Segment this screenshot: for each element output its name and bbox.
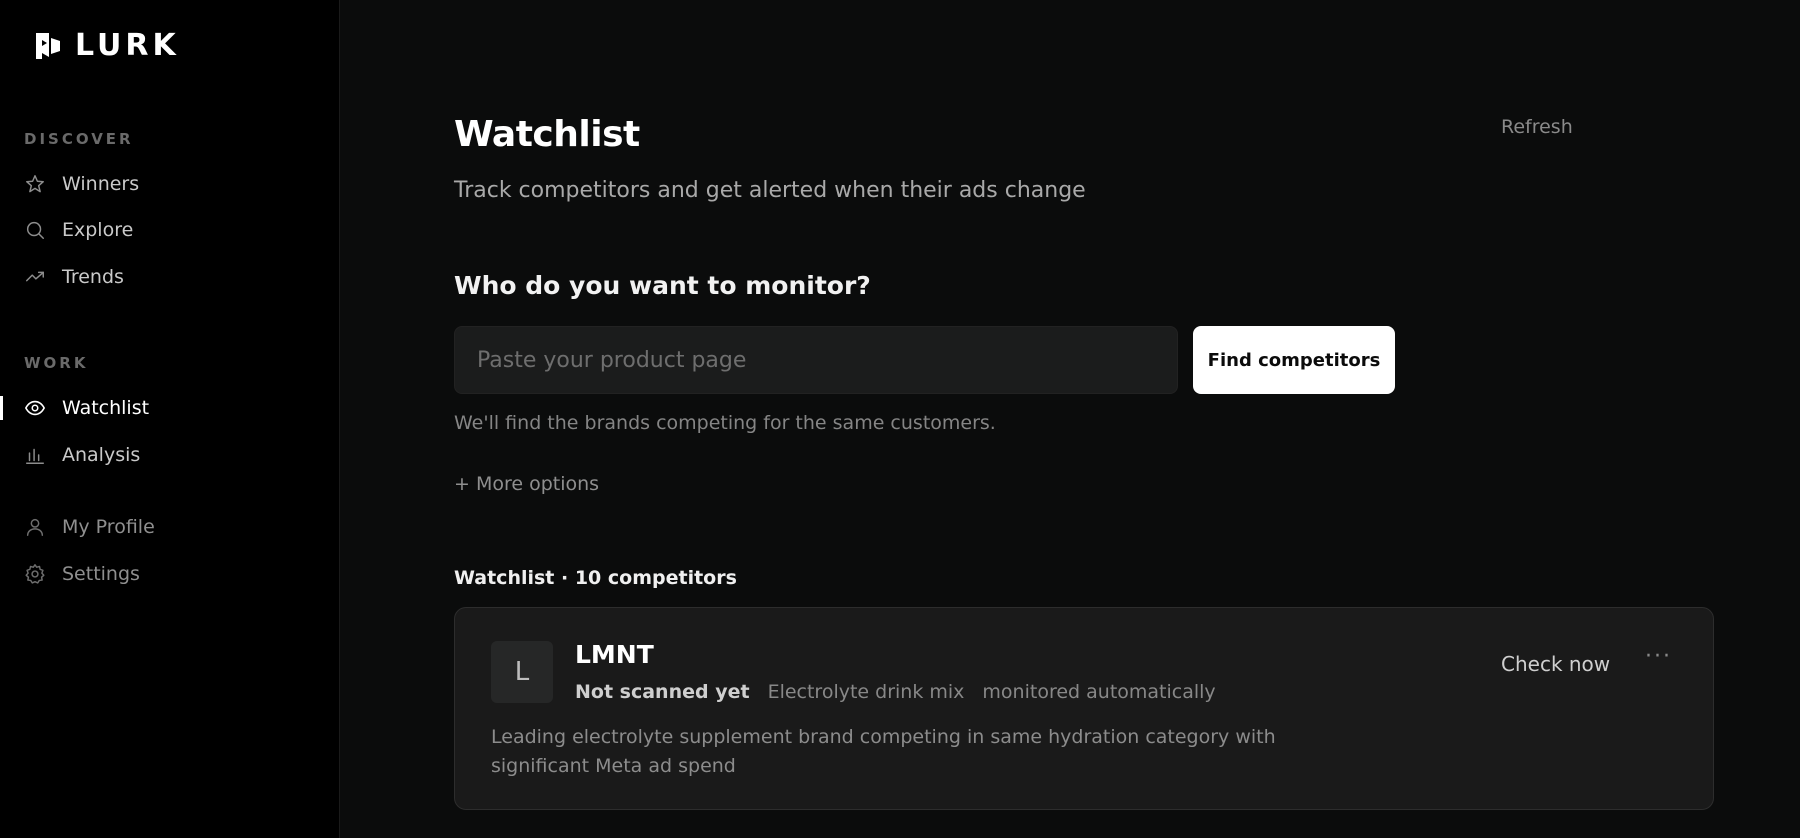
competitor-description: Leading electrolyte supplement brand com… xyxy=(491,726,1276,777)
monitor-mode: monitored automatically xyxy=(982,681,1216,703)
watchlist-heading: Watchlist · 10 competitors xyxy=(454,567,737,589)
sidebar-item-my-profile[interactable]: My Profile xyxy=(0,507,340,547)
lurk-logo-icon xyxy=(36,32,60,59)
sidebar-item-explore[interactable]: Explore xyxy=(0,210,340,250)
star-icon xyxy=(24,173,46,195)
sidebar-item-label: Watchlist xyxy=(62,397,150,419)
trend-icon xyxy=(24,266,46,288)
product-page-input[interactable] xyxy=(454,326,1178,394)
main-content: Watchlist Refresh Track competitors and … xyxy=(341,0,1800,838)
user-icon xyxy=(24,516,46,538)
sidebar-item-analysis[interactable]: Analysis xyxy=(0,435,340,475)
sidebar-item-watchlist[interactable]: Watchlist xyxy=(0,388,340,428)
sidebar-item-settings[interactable]: Settings xyxy=(0,554,340,594)
competitor-avatar: L xyxy=(491,641,553,703)
competitor-meta: Not scanned yet Electrolyte drink mix mo… xyxy=(575,681,1216,703)
sidebar-item-label: Analysis xyxy=(62,444,141,466)
check-now-button[interactable]: Check now xyxy=(1501,652,1610,676)
monitor-question: Who do you want to monitor? xyxy=(454,271,871,300)
sidebar: LURK DISCOVER Winners Explore Trends WOR… xyxy=(0,0,340,838)
competitor-name: LMNT xyxy=(575,640,654,669)
input-hint: We'll find the brands competing for the … xyxy=(454,412,996,434)
bar-chart-icon xyxy=(24,444,46,466)
app-name: LURK xyxy=(75,28,180,63)
sidebar-item-label: Settings xyxy=(62,563,140,585)
refresh-button[interactable]: Refresh xyxy=(1501,116,1573,138)
competitor-category: Electrolyte drink mix xyxy=(767,681,965,703)
page-subtitle: Track competitors and get alerted when t… xyxy=(454,178,1086,203)
sidebar-item-label: Winners xyxy=(62,173,140,195)
more-menu-icon[interactable]: ··· xyxy=(1645,644,1672,669)
section-label-discover: DISCOVER xyxy=(24,130,134,148)
active-indicator xyxy=(0,396,3,420)
more-options-link[interactable]: + More options xyxy=(454,473,599,495)
sidebar-item-winners[interactable]: Winners xyxy=(0,164,340,204)
search-icon xyxy=(24,219,46,241)
page-title: Watchlist xyxy=(454,114,640,155)
sidebar-item-label: Explore xyxy=(62,219,134,241)
gear-icon xyxy=(24,563,46,585)
app-logo[interactable]: LURK xyxy=(33,28,180,63)
competitor-card[interactable]: L LMNT Not scanned yet Electrolyte drink… xyxy=(454,607,1714,810)
eye-icon xyxy=(24,397,46,419)
sidebar-item-label: Trends xyxy=(62,266,124,288)
section-label-work: WORK xyxy=(24,354,89,372)
find-competitors-button[interactable]: Find competitors xyxy=(1193,326,1395,394)
scan-status: Not scanned yet xyxy=(575,681,750,703)
sidebar-item-label: My Profile xyxy=(62,516,155,538)
sidebar-item-trends[interactable]: Trends xyxy=(0,257,340,297)
